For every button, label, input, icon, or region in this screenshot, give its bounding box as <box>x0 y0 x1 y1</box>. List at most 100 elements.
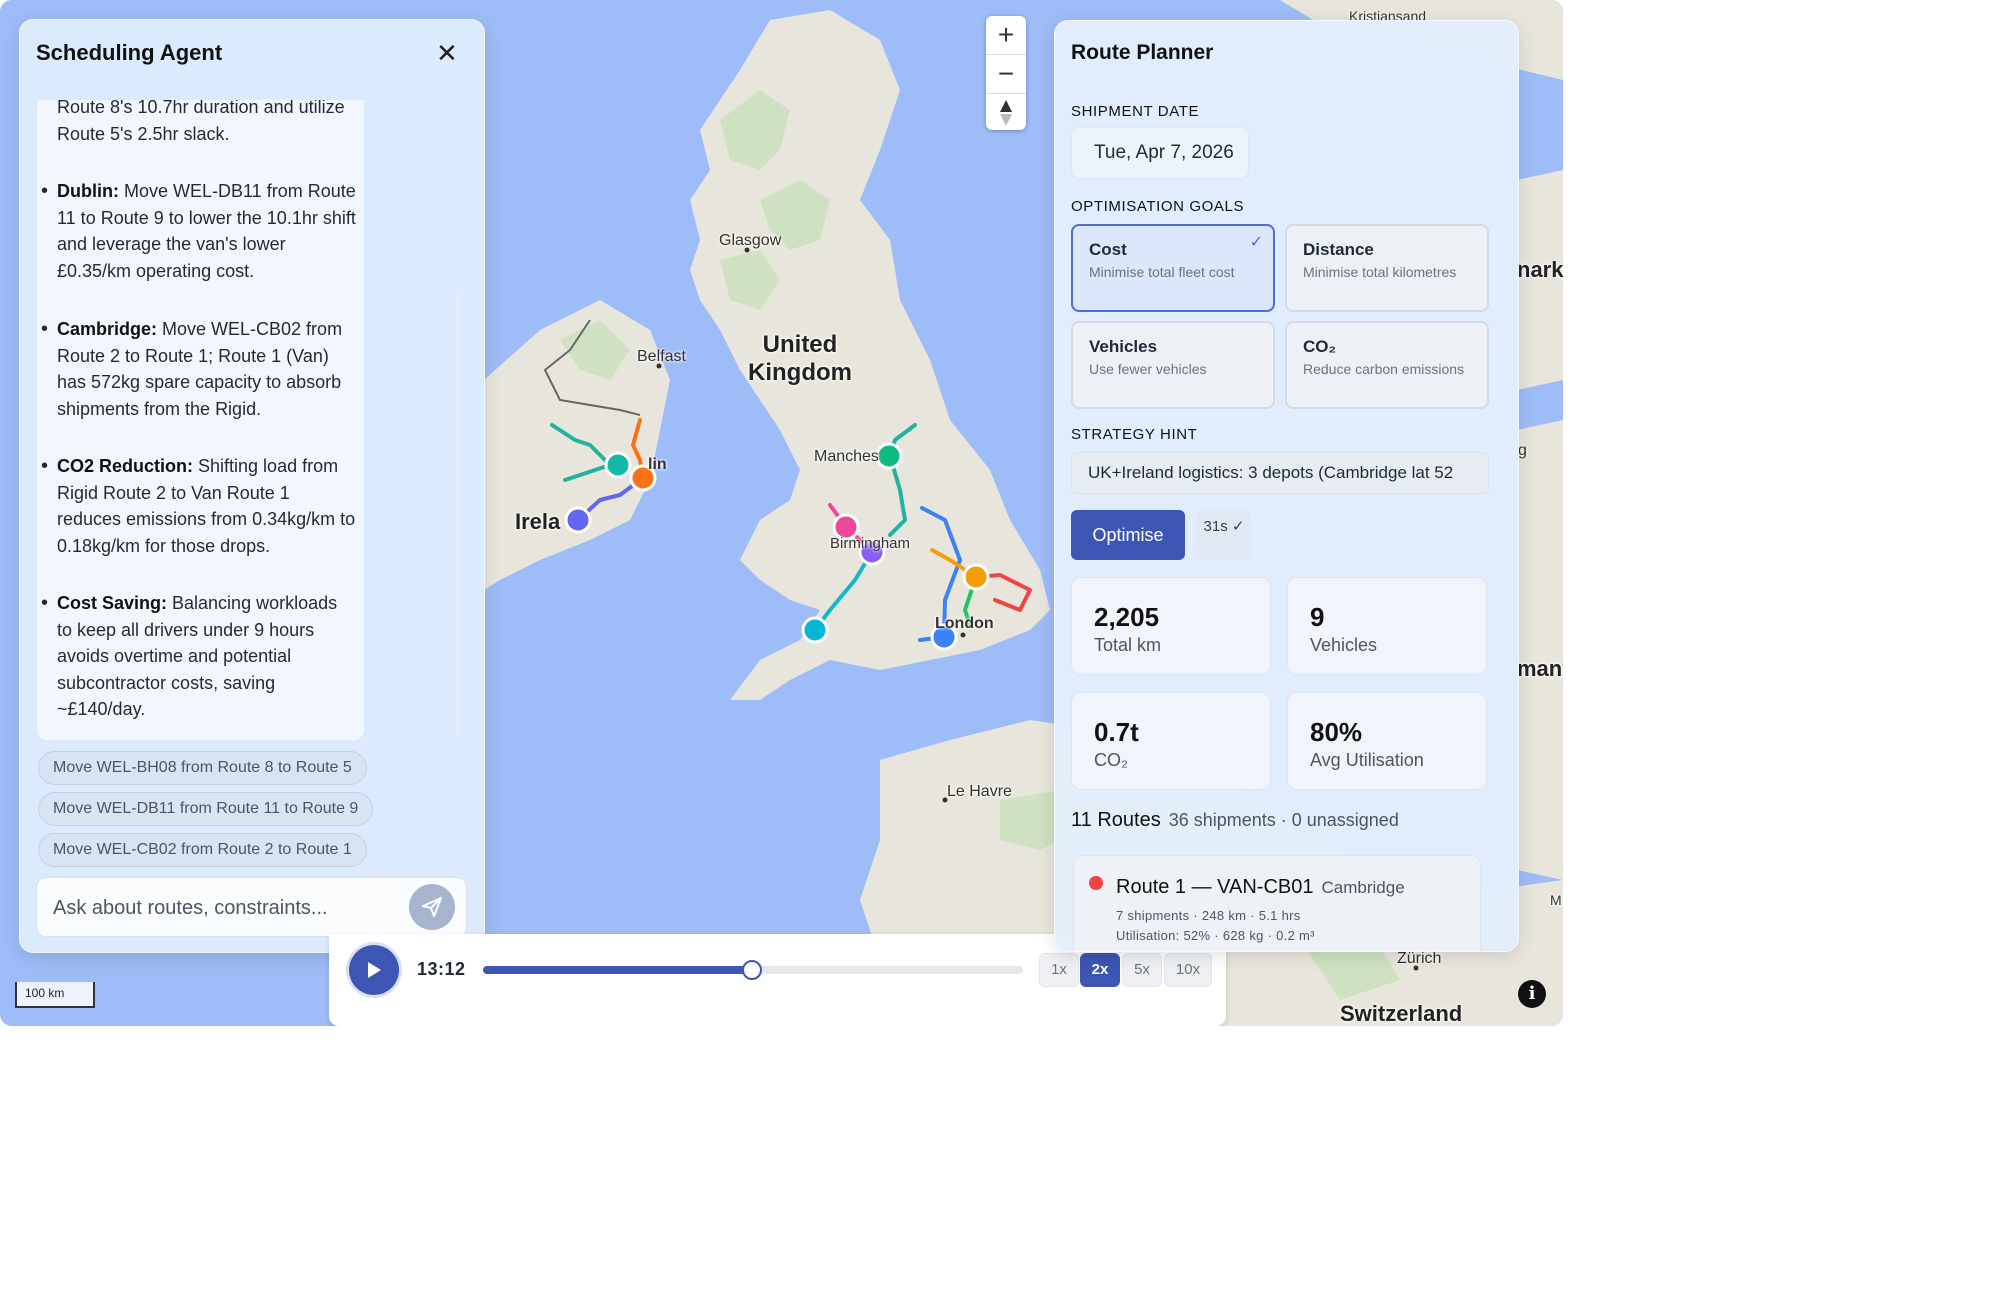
suggestion-chip[interactable]: Move WEL-BH08 from Route 8 to Route 5 <box>38 751 367 785</box>
depot-marker <box>962 563 990 591</box>
place-ireland: Irela <box>515 509 561 534</box>
goal-title: Vehicles <box>1089 337 1158 356</box>
place-uk-line1: United <box>762 331 838 358</box>
bullet-cambridge: Cambridge: Move WEL-CB02 from Route 2 to… <box>41 316 357 422</box>
goal-distance-card[interactable]: Distance Minimise total kilometres <box>1285 224 1489 312</box>
stat-total-km: 2,205 Total km <box>1071 577 1271 675</box>
stat-co2: 0.7t CO₂ <box>1071 692 1271 790</box>
stat-value: 0.7t <box>1094 717 1139 747</box>
bullet-head: Dublin: <box>57 181 119 201</box>
speed-10x-button[interactable]: 10x <box>1164 953 1212 987</box>
stat-label: Total km <box>1094 635 1162 655</box>
chat-scrollbar[interactable] <box>456 293 460 733</box>
agent-title: Scheduling Agent <box>36 40 223 65</box>
place-germany: many <box>1517 656 1563 681</box>
bullet-head: Cambridge: <box>57 319 158 339</box>
depot-marker <box>564 506 592 534</box>
bullet-dublin: Dublin: Move WEL-DB11 from Route 11 to R… <box>41 178 357 284</box>
route-color-dot <box>1089 876 1103 890</box>
route-utilisation: Utilisation: 52% · 628 kg · 0.2 m³ <box>1116 928 1315 943</box>
time-slider-fill <box>483 966 752 974</box>
shipment-date-label: SHIPMENT DATE <box>1071 103 1200 120</box>
goal-title: Distance <box>1303 240 1374 259</box>
goal-title: Cost <box>1089 240 1127 259</box>
send-icon[interactable] <box>409 884 455 930</box>
zoom-control: + − <box>986 16 1026 130</box>
goal-desc: Minimise total fleet cost <box>1089 264 1235 280</box>
goals-label: OPTIMISATION GOALS <box>1071 198 1245 215</box>
bullet-co2: CO2 Reduction: Shifting load from Rigid … <box>41 453 357 559</box>
info-icon[interactable]: i <box>1518 980 1546 1008</box>
place-uk-line2: Kingdom <box>748 359 852 386</box>
place-london: London <box>935 615 994 632</box>
time-slider-thumb[interactable] <box>742 960 763 980</box>
place-manchester: Manches <box>814 448 879 465</box>
routes-sub: 36 shipments · 0 unassigned <box>1168 810 1399 830</box>
place-edge-g: g <box>1518 442 1527 459</box>
time-readout: 13:12 <box>417 959 466 979</box>
goal-vehicles-card[interactable]: Vehicles Use fewer vehicles <box>1071 321 1275 409</box>
compass-icon[interactable] <box>986 94 1026 132</box>
goal-title: CO₂ <box>1303 337 1337 356</box>
zoom-in-button[interactable]: + <box>986 16 1026 55</box>
place-united-kingdom: United Kingdom <box>748 331 852 387</box>
play-icon[interactable] <box>349 945 399 995</box>
speed-5x-button[interactable]: 5x <box>1122 953 1162 987</box>
goal-desc: Use fewer vehicles <box>1089 361 1207 377</box>
stat-vehicles: 9 Vehicles <box>1287 577 1487 675</box>
route-planner-panel: Route Planner SHIPMENT DATE Tue, Apr 7, … <box>1054 20 1519 952</box>
scale-bar: 100 km <box>15 982 95 1008</box>
suggestion-chip[interactable]: Move WEL-CB02 from Route 2 to Route 1 <box>38 833 367 867</box>
place-switzerland: Switzerland <box>1340 1001 1463 1026</box>
goal-cost-card[interactable]: Cost Minimise total fleet cost ✓ <box>1071 224 1275 312</box>
optimise-timer-badge: 31s ✓ <box>1197 510 1251 560</box>
route-title: Route 1 — VAN-CB01 <box>1116 876 1314 898</box>
place-glasgow: Glasgow <box>719 232 782 249</box>
depot-marker <box>801 616 829 644</box>
bullet-head: Cost Saving: <box>57 593 168 613</box>
strategy-label: STRATEGY HINT <box>1071 426 1198 443</box>
bullet-cost: Cost Saving: Balancing workloads to keep… <box>41 590 357 723</box>
place-denmark: nark <box>1517 257 1563 282</box>
strategy-hint-text: UK+Ireland logistics: 3 depots (Cambridg… <box>1088 463 1454 482</box>
place-le-havre: Le Havre <box>947 783 1012 800</box>
planner-title: Route Planner <box>1071 41 1214 64</box>
route-card[interactable]: Route 1 — VAN-CB01 Cambridge 7 shipments … <box>1073 855 1481 951</box>
ask-input[interactable] <box>51 892 395 924</box>
route-meta: 7 shipments · 248 km · 5.1 hrs <box>1116 908 1301 923</box>
time-slider[interactable] <box>483 960 1023 980</box>
route-depot: Cambridge <box>1321 878 1405 897</box>
routes-count: 11 Routes <box>1071 809 1161 831</box>
check-icon: ✓ <box>1249 234 1263 251</box>
zoom-out-button[interactable]: − <box>986 55 1026 94</box>
stat-utilisation: 80% Avg Utilisation <box>1287 692 1487 790</box>
speed-2x-button[interactable]: 2x <box>1080 953 1120 987</box>
place-belfast: Belfast <box>637 348 686 365</box>
bullet-head: CO2 Reduction: <box>57 456 194 476</box>
stat-value: 2,205 <box>1094 602 1160 632</box>
routes-summary: 11 Routes 36 shipments · 0 unassigned <box>1071 809 1399 832</box>
chat-intro: Route 8's 10.7hr duration and utilize Ro… <box>57 100 345 144</box>
depot-marker <box>604 451 632 479</box>
shipment-date-input[interactable]: Tue, Apr 7, 2026 <box>1071 127 1249 179</box>
stat-label: Avg Utilisation <box>1310 750 1424 770</box>
stat-value: 80% <box>1310 717 1363 747</box>
chat-message: Route 8's 10.7hr duration and utilize Ro… <box>37 100 364 740</box>
close-icon[interactable]: ✕ <box>436 38 458 69</box>
scheduling-agent-panel: Scheduling Agent ✕ Route 8's 10.7hr dura… <box>19 19 485 953</box>
strategy-hint-input[interactable]: UK+Ireland logistics: 3 depots (Cambridg… <box>1071 452 1489 494</box>
suggestion-chip[interactable]: Move WEL-DB11 from Route 11 to Route 9 <box>38 792 374 826</box>
goal-co2-card[interactable]: CO₂ Reduce carbon emissions <box>1285 321 1489 409</box>
speed-1x-button[interactable]: 1x <box>1039 953 1079 987</box>
depot-marker <box>875 442 903 470</box>
optimise-button[interactable]: Optimise <box>1071 510 1185 560</box>
goal-desc: Reduce carbon emissions <box>1303 361 1465 377</box>
map-canvas[interactable]: Glasgow Belfast United Kingdom Manches B… <box>0 0 1563 1026</box>
stat-value: 9 <box>1310 602 1325 632</box>
ask-box <box>36 877 467 937</box>
stat-label: CO₂ <box>1094 750 1128 770</box>
place-dublin: lin <box>648 456 667 473</box>
route-title-row: Route 1 — VAN-CB01 Cambridge <box>1116 876 1405 899</box>
place-zurich: Zürich <box>1397 950 1442 967</box>
goal-desc: Minimise total kilometres <box>1303 264 1457 280</box>
